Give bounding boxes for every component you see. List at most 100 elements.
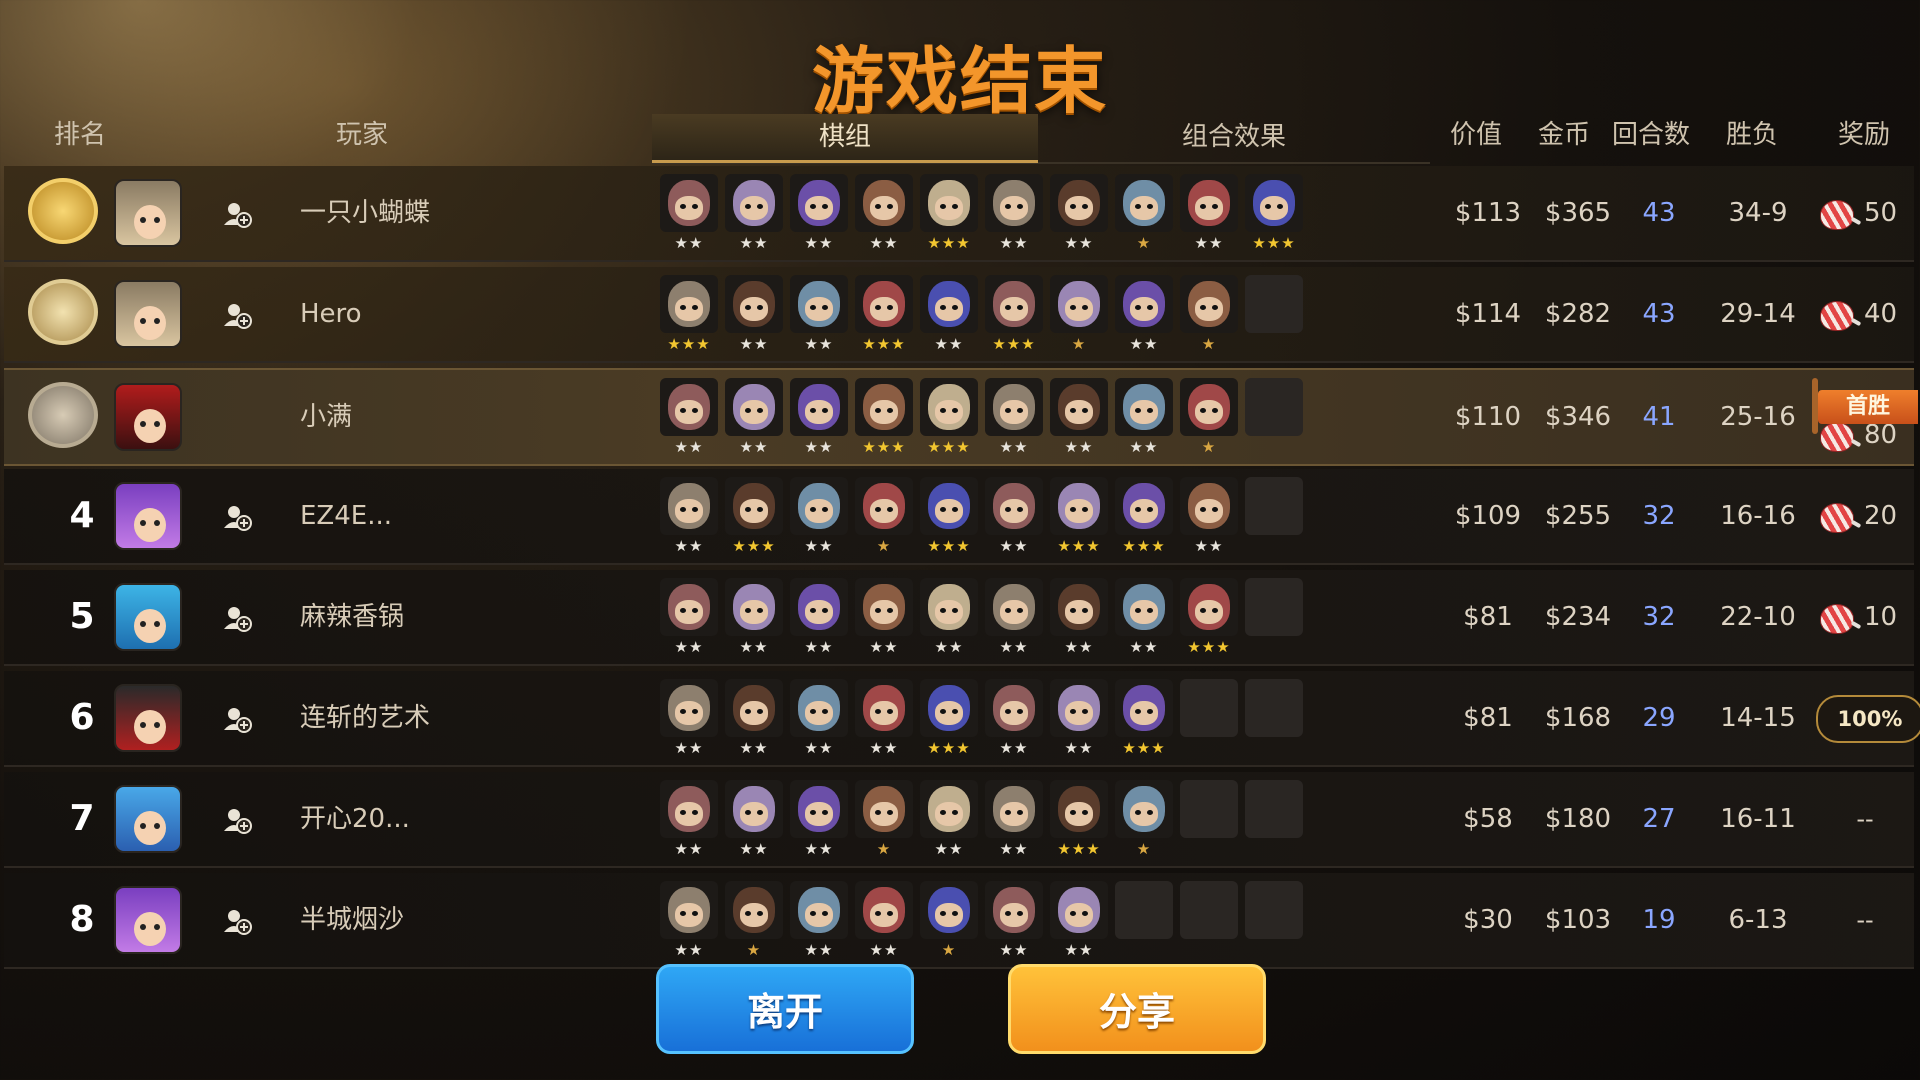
reward-none: --	[1856, 906, 1874, 934]
chess-piece-icon[interactable]: ★★	[1115, 578, 1173, 658]
candy-icon	[1820, 503, 1854, 533]
chess-piece-icon[interactable]: ★★★	[1245, 174, 1303, 254]
player-name: 小满	[300, 402, 353, 432]
chess-piece-icon[interactable]: ★★	[660, 679, 718, 759]
chess-piece-icon[interactable]: ★★	[725, 378, 783, 458]
chess-piece-icon[interactable]: ★★	[725, 578, 783, 658]
chess-piece-icon[interactable]: ★★	[790, 881, 848, 961]
winloss-cell: 6-13	[1728, 905, 1788, 935]
avatar[interactable]	[114, 583, 182, 651]
star-rating: ★	[1201, 335, 1217, 353]
chess-piece-icon[interactable]: ★★★	[1050, 780, 1108, 860]
chess-piece-icon[interactable]: ★★	[985, 881, 1043, 961]
add-friend-icon[interactable]	[222, 603, 252, 633]
chess-piece-icon[interactable]: ★★	[790, 578, 848, 658]
chess-piece-icon[interactable]: ★★	[985, 780, 1043, 860]
chess-piece-icon[interactable]: ★★	[920, 275, 978, 355]
chess-piece-icon[interactable]: ★★	[790, 477, 848, 557]
chess-piece-icon[interactable]: ★★	[660, 780, 718, 860]
chess-piece-icon[interactable]: ★★★	[1050, 477, 1108, 557]
add-friend-icon[interactable]	[222, 199, 252, 229]
chess-piece-icon[interactable]: ★★	[790, 378, 848, 458]
chess-piece-icon[interactable]: ★	[1050, 275, 1108, 355]
chess-piece-icon[interactable]: ★	[1115, 780, 1173, 860]
chess-piece-icon[interactable]: ★★★	[660, 275, 718, 355]
chess-piece-icon[interactable]: ★★	[855, 578, 913, 658]
chess-piece-icon[interactable]: ★★	[790, 679, 848, 759]
chess-piece-icon[interactable]: ★★	[660, 477, 718, 557]
leave-button[interactable]: 离开	[656, 964, 914, 1054]
add-friend-icon[interactable]	[222, 502, 252, 532]
chess-piece-icon[interactable]: ★★★	[1180, 578, 1238, 658]
chess-piece-icon[interactable]: ★★	[855, 881, 913, 961]
chess-piece-icon[interactable]: ★	[855, 780, 913, 860]
gold-cell: $180	[1544, 804, 1612, 834]
add-friend-icon[interactable]	[222, 300, 252, 330]
chess-piece-icon[interactable]: ★★	[725, 174, 783, 254]
chess-piece-icon[interactable]: ★★★	[1115, 679, 1173, 759]
chess-piece-icon[interactable]: ★★★	[920, 477, 978, 557]
player-name: EZ4E...	[300, 501, 393, 531]
chess-piece-icon[interactable]: ★★	[1115, 378, 1173, 458]
tab-synergy[interactable]: 组合效果	[1038, 114, 1430, 160]
chess-piece-icon[interactable]: ★★	[855, 679, 913, 759]
chess-piece-icon[interactable]: ★★	[855, 174, 913, 254]
table-row: 一只小蝴蝶 ★★ ★★ ★★ ★★ ★★★ ★★ ★★ ★ ★★ ★★★ $113 $365 43 34-9…	[4, 166, 1914, 262]
chess-piece-icon[interactable]: ★★★	[725, 477, 783, 557]
avatar[interactable]	[114, 280, 182, 348]
chess-piece-icon[interactable]: ★★★	[855, 275, 913, 355]
player-name: Hero	[300, 299, 362, 329]
chess-piece-icon[interactable]: ★★★	[1115, 477, 1173, 557]
star-rating: ★★★	[927, 739, 971, 757]
avatar[interactable]	[114, 785, 182, 853]
chess-piece-icon[interactable]: ★★	[985, 578, 1043, 658]
empty-slot	[1115, 881, 1173, 961]
chess-piece-icon[interactable]: ★★	[920, 578, 978, 658]
chess-piece-icon[interactable]: ★★★	[855, 378, 913, 458]
tab-lineup[interactable]: 棋组	[652, 114, 1038, 163]
avatar[interactable]	[114, 684, 182, 752]
chess-piece-icon[interactable]: ★★	[660, 881, 718, 961]
chess-piece-icon[interactable]: ★★	[1180, 477, 1238, 557]
chess-piece-icon[interactable]: ★★	[725, 275, 783, 355]
chess-piece-icon[interactable]: ★★	[790, 780, 848, 860]
chess-piece-icon[interactable]: ★★	[725, 780, 783, 860]
avatar[interactable]	[114, 482, 182, 550]
chess-piece-icon[interactable]: ★★	[1115, 275, 1173, 355]
chess-piece-icon[interactable]: ★	[1180, 378, 1238, 458]
chess-piece-icon[interactable]: ★★	[985, 378, 1043, 458]
chess-piece-icon[interactable]: ★★	[985, 477, 1043, 557]
add-friend-icon[interactable]	[222, 704, 252, 734]
chess-piece-icon[interactable]: ★★	[1050, 578, 1108, 658]
chess-piece-icon[interactable]: ★	[920, 881, 978, 961]
chess-piece-icon[interactable]: ★★	[790, 275, 848, 355]
avatar[interactable]	[114, 886, 182, 954]
avatar[interactable]	[114, 383, 182, 451]
chess-piece-icon[interactable]: ★★	[1050, 679, 1108, 759]
chess-piece-icon[interactable]: ★	[1180, 275, 1238, 355]
chess-piece-icon[interactable]: ★★	[1050, 174, 1108, 254]
add-friend-icon[interactable]	[222, 805, 252, 835]
chess-piece-icon[interactable]: ★★	[1050, 378, 1108, 458]
chess-piece-icon[interactable]: ★★★	[920, 378, 978, 458]
share-button[interactable]: 分享	[1008, 964, 1266, 1054]
chess-piece-icon[interactable]: ★	[1115, 174, 1173, 254]
chess-piece-icon[interactable]: ★★	[660, 578, 718, 658]
chess-piece-icon[interactable]: ★★	[920, 780, 978, 860]
chess-piece-icon[interactable]: ★★	[1050, 881, 1108, 961]
empty-slot	[1245, 679, 1303, 759]
chess-piece-icon[interactable]: ★★	[660, 378, 718, 458]
add-friend-icon[interactable]	[222, 906, 252, 936]
chess-piece-icon[interactable]: ★★★	[920, 679, 978, 759]
chess-piece-icon[interactable]: ★★★	[985, 275, 1043, 355]
chess-piece-icon[interactable]: ★★	[985, 679, 1043, 759]
chess-piece-icon[interactable]: ★	[855, 477, 913, 557]
avatar[interactable]	[114, 179, 182, 247]
chess-piece-icon[interactable]: ★★	[660, 174, 718, 254]
chess-piece-icon[interactable]: ★★	[1180, 174, 1238, 254]
chess-piece-icon[interactable]: ★★	[725, 679, 783, 759]
chess-piece-icon[interactable]: ★★	[790, 174, 848, 254]
chess-piece-icon[interactable]: ★	[725, 881, 783, 961]
chess-piece-icon[interactable]: ★★	[985, 174, 1043, 254]
chess-piece-icon[interactable]: ★★★	[920, 174, 978, 254]
